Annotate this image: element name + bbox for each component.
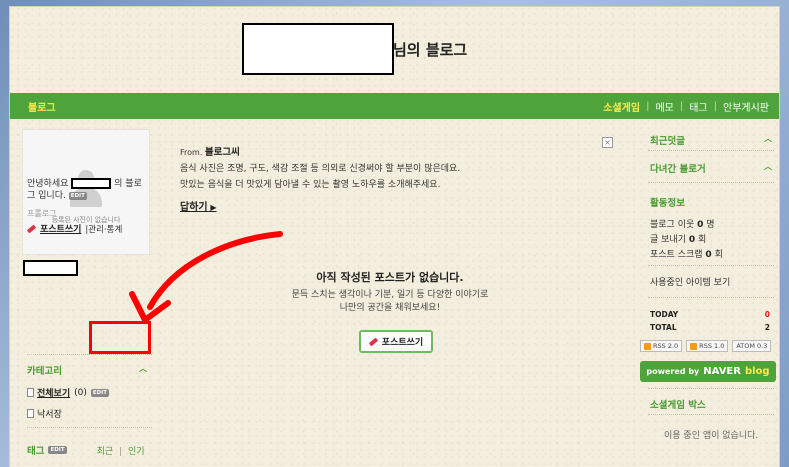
annotation-red-arrow bbox=[129, 231, 283, 323]
blog-page: 님의 블로그 블로그 소셜게임 | 메모 | 태그 | 안부게시판 등록된 사진… bbox=[9, 6, 780, 467]
